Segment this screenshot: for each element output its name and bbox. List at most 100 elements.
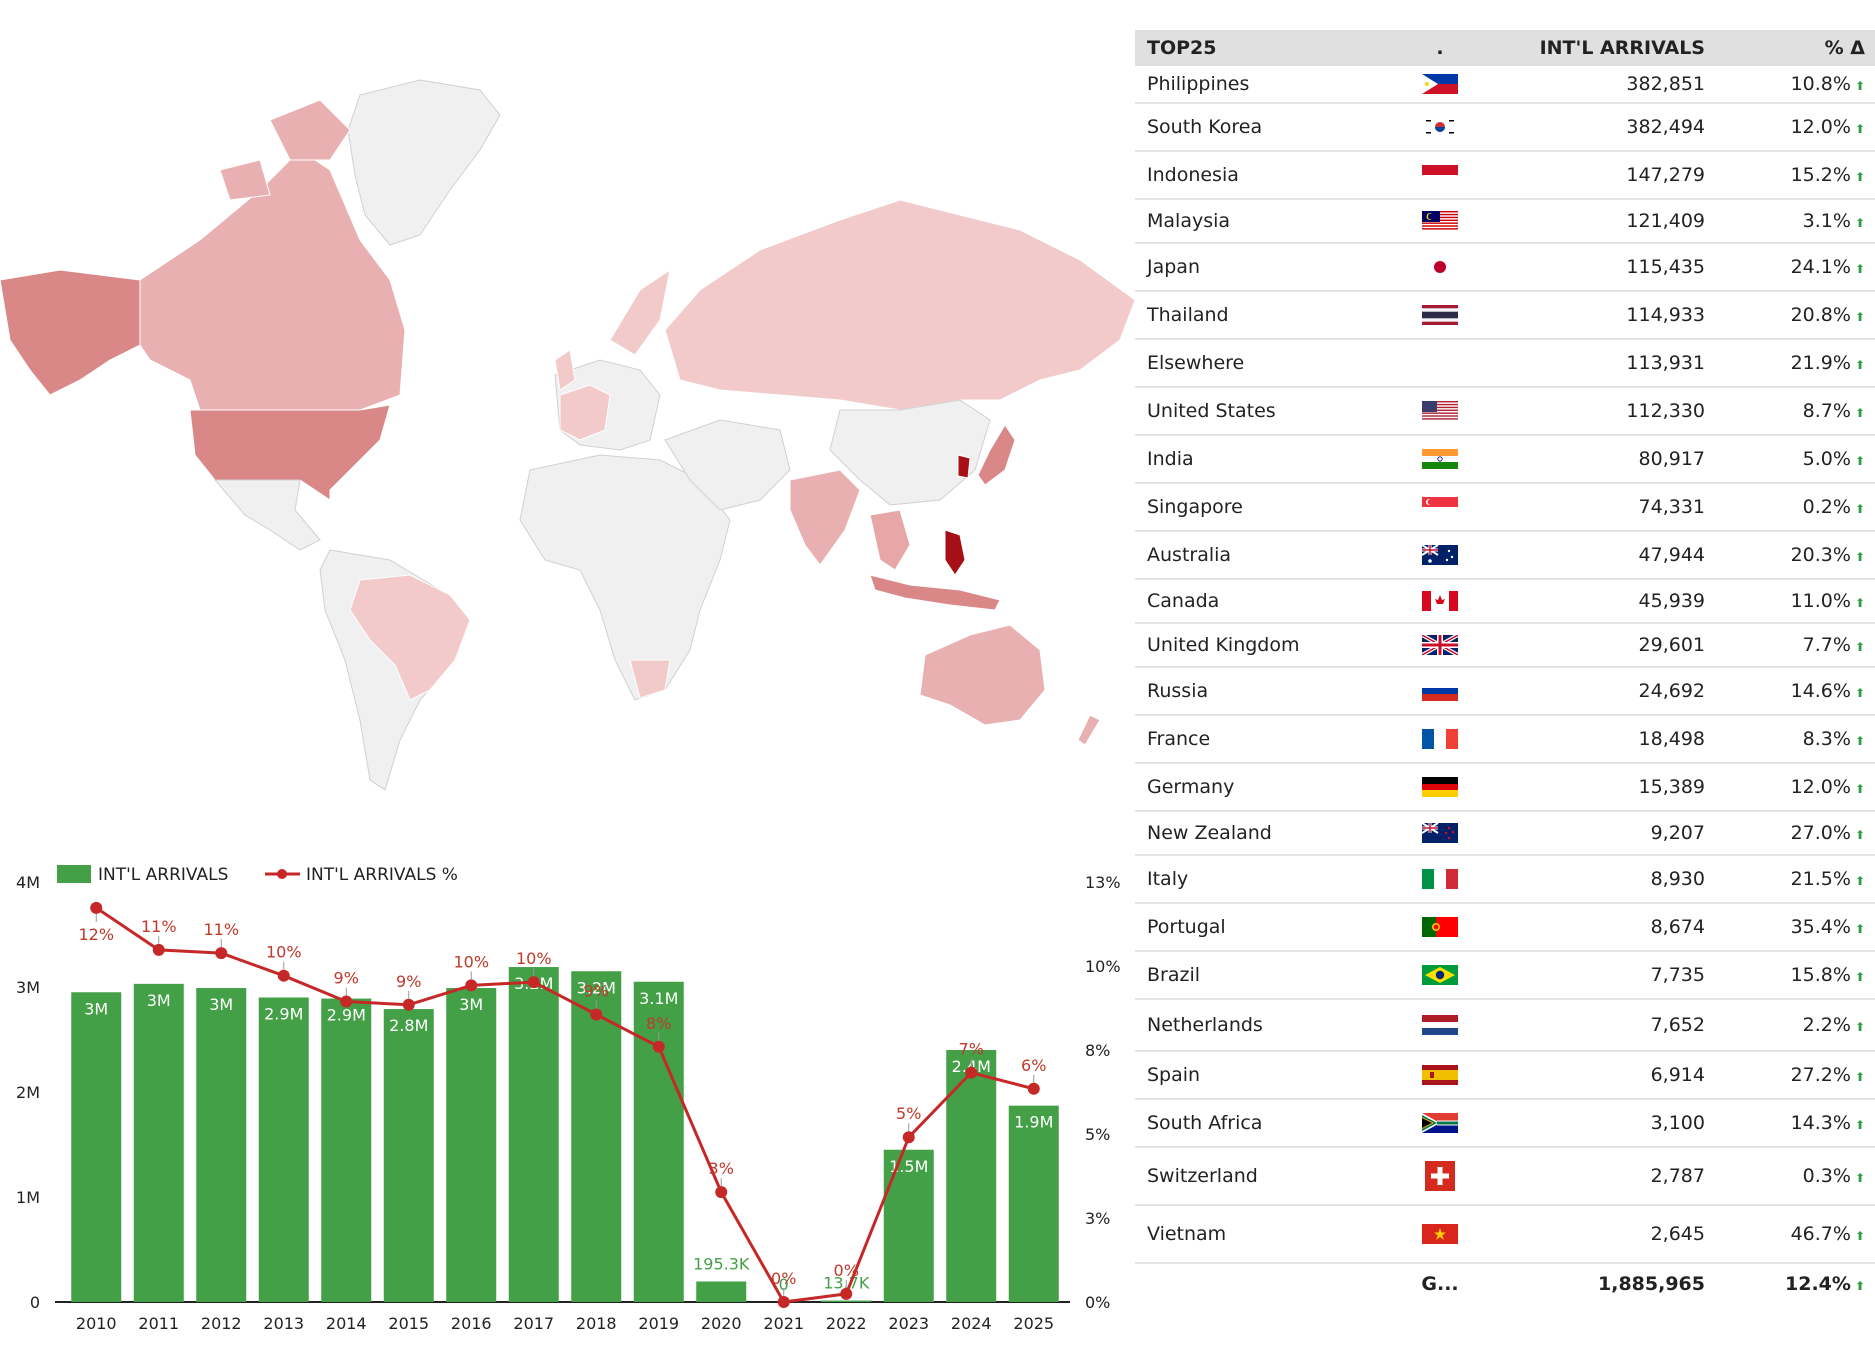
pct-point[interactable] [277,969,290,982]
table-row[interactable]: Malaysia 121,409 3.1% ⬆ [1135,200,1875,244]
legend-line-label[interactable]: INT'L ARRIVALS % [306,865,458,885]
y-left-tick-label: 1M [16,1188,40,1207]
pct-change-cell: 3.1% ⬆ [1705,210,1873,232]
table-row[interactable]: Philippines 382,851 10.8% ⬆ [1135,66,1875,104]
map-indonesia[interactable] [869,574,1001,611]
pct-point[interactable] [465,979,478,992]
map-alaska[interactable] [0,269,141,396]
table-row[interactable]: Germany 15,389 12.0% ⬆ [1135,764,1875,812]
pct-point[interactable] [715,1186,728,1199]
pct-value-label: 11% [141,917,177,936]
header-flag[interactable]: . [1393,37,1487,59]
thailand-flag-icon [1393,305,1487,325]
map-india[interactable] [789,469,861,566]
up-arrow-icon: ⬆ [1854,1279,1865,1293]
vietnam-flag-icon [1393,1224,1487,1244]
pct-value-label: 9% [334,969,359,988]
up-arrow-icon: ⬆ [1854,970,1865,984]
bar[interactable] [446,988,497,1302]
table-row[interactable]: Netherlands 7,652 2.2% ⬆ [1135,1000,1875,1052]
legend-bar-swatch[interactable] [57,865,91,883]
table-row[interactable]: United Kingdom 29,601 7.7% ⬆ [1135,624,1875,668]
table-row[interactable]: France 18,498 8.3% ⬆ [1135,716,1875,764]
bar[interactable] [321,998,372,1302]
pct-point[interactable] [1027,1082,1040,1095]
map-south-korea[interactable] [957,454,971,479]
table-row[interactable]: New Zealand 9,207 27.0% ⬆ [1135,812,1875,856]
pct-point[interactable] [402,998,415,1011]
pct-point[interactable] [152,943,165,956]
map-southeast-asia[interactable] [869,509,911,571]
table-row[interactable]: Singapore 74,331 0.2% ⬆ [1135,484,1875,532]
pct-change-value: 24.1% [1790,256,1851,278]
pct-point[interactable] [965,1066,978,1079]
pct-value-label: 5% [896,1104,921,1123]
arrivals-value: 2,787 [1650,1165,1705,1187]
header-pct-change[interactable]: % Δ [1705,37,1873,59]
table-row[interactable]: Japan 115,435 24.1% ⬆ [1135,244,1875,292]
map-philippines[interactable] [944,529,966,576]
bar[interactable] [1008,1105,1059,1302]
pct-value-label: 3% [709,1159,734,1178]
pct-point[interactable] [902,1131,915,1144]
pct-point[interactable] [215,947,228,960]
bar[interactable] [196,988,247,1302]
up-arrow-icon: ⬆ [1854,874,1865,888]
x-tick-label: 2017 [513,1314,554,1333]
bar[interactable] [696,1281,747,1302]
bar[interactable] [383,1009,434,1302]
arrivals-value: 113,931 [1626,352,1705,374]
table-row[interactable]: Canada 45,939 11.0% ⬆ [1135,580,1875,624]
map-africa[interactable] [519,454,731,701]
bar[interactable] [821,1300,872,1302]
table-row[interactable]: Portugal 8,674 35.4% ⬆ [1135,904,1875,952]
table-row[interactable]: Elsewhere 113,931 21.9% ⬆ [1135,340,1875,388]
table-row[interactable]: Italy 8,930 21.5% ⬆ [1135,856,1875,904]
table-row[interactable]: Switzerland 2,787 0.3% ⬆ [1135,1148,1875,1206]
pct-point[interactable] [590,1008,603,1021]
up-arrow-icon: ⬆ [1854,262,1865,276]
footer-arrivals: 1,885,965 [1598,1273,1705,1295]
pct-change-value: 46.7% [1790,1223,1851,1245]
bar[interactable] [71,992,122,1302]
pct-point[interactable] [652,1040,665,1053]
pct-point[interactable] [777,1296,790,1308]
table-header: TOP25 . INT'L ARRIVALS % Δ [1135,30,1875,66]
table-row[interactable]: Indonesia 147,279 15.2% ⬆ [1135,152,1875,200]
map-greenland[interactable] [347,79,501,246]
table-row[interactable]: Russia 24,692 14.6% ⬆ [1135,668,1875,716]
bar[interactable] [133,983,184,1302]
country-name: Indonesia [1147,164,1239,186]
header-top25[interactable]: TOP25 [1135,37,1393,59]
pct-point[interactable] [340,995,353,1008]
up-arrow-icon: ⬆ [1854,1229,1865,1243]
table-row[interactable]: United States 112,330 8.7% ⬆ [1135,388,1875,436]
map-scandinavia[interactable] [609,268,671,356]
table-row[interactable]: Thailand 114,933 20.8% ⬆ [1135,292,1875,340]
pct-value-label: 6% [1021,1056,1046,1075]
pct-change-cell: 20.3% ⬆ [1705,544,1873,566]
header-arrivals[interactable]: INT'L ARRIVALS [1487,37,1705,59]
pct-point[interactable] [90,901,103,914]
table-row[interactable]: Spain 6,914 27.2% ⬆ [1135,1052,1875,1100]
bar[interactable] [946,1050,997,1302]
bar[interactable] [258,997,309,1303]
table-row[interactable]: South Africa 3,100 14.3% ⬆ [1135,1100,1875,1148]
bar[interactable] [508,967,559,1302]
bar[interactable] [571,971,622,1302]
table-row[interactable]: India 80,917 5.0% ⬆ [1135,436,1875,484]
pct-point[interactable] [527,976,540,989]
map-new-zealand[interactable] [1077,714,1101,746]
map-australia[interactable] [919,624,1046,726]
x-tick-label: 2025 [1013,1314,1054,1333]
table-row[interactable]: Vietnam 2,645 46.7% ⬆ [1135,1206,1875,1264]
table-row[interactable]: South Korea 382,494 12.0% ⬆ [1135,104,1875,152]
map-mexico[interactable] [213,479,321,551]
map-russia[interactable] [664,199,1136,411]
y-right-tick-label: 5% [1085,1125,1110,1144]
switzerland-flag-icon [1393,1161,1487,1191]
pct-point[interactable] [840,1287,853,1300]
table-row[interactable]: Brazil 7,735 15.8% ⬆ [1135,952,1875,1000]
table-row[interactable]: Australia 47,944 20.3% ⬆ [1135,532,1875,580]
legend-bar-label[interactable]: INT'L ARRIVALS [98,865,228,885]
